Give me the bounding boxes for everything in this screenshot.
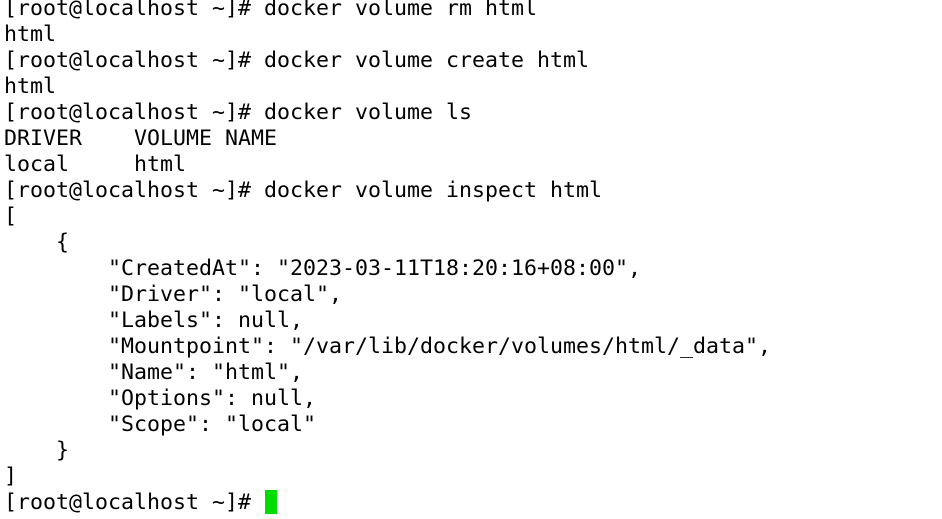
text-cursor — [265, 490, 278, 514]
output-line: "Mountpoint": "/var/lib/docker/volumes/h… — [4, 334, 772, 359]
output-line: "Scope": "local" — [4, 412, 317, 437]
command-line: [root@localhost ~]# docker volume inspec… — [4, 178, 603, 203]
output-line: [ — [4, 204, 18, 229]
output-line: "Name": "html", — [4, 360, 304, 385]
output-line: "Driver": "local", — [4, 282, 343, 307]
output-line: html — [4, 74, 57, 99]
output-line: html — [4, 22, 57, 47]
output-line: local html — [4, 152, 187, 177]
output-line: "Labels": null, — [4, 308, 304, 333]
terminal-window[interactable]: [root@localhost ~]# docker volume rm htm… — [0, 0, 942, 515]
command-line: [root@localhost ~]# docker volume create… — [4, 48, 590, 73]
command-line: [root@localhost ~]# docker volume rm htm… — [4, 0, 538, 21]
output-header-line: DRIVER VOLUME NAME — [4, 126, 278, 151]
prompt-text: [root@localhost ~]# — [4, 490, 265, 515]
output-line: "CreatedAt": "2023-03-11T18:20:16+08:00"… — [4, 256, 642, 281]
output-line: ] — [4, 464, 18, 489]
output-line: "Options": null, — [4, 386, 317, 411]
output-line: { — [4, 230, 70, 255]
output-line: } — [4, 438, 70, 463]
prompt-line[interactable]: [root@localhost ~]# — [4, 490, 942, 516]
command-line: [root@localhost ~]# docker volume ls — [4, 100, 473, 125]
